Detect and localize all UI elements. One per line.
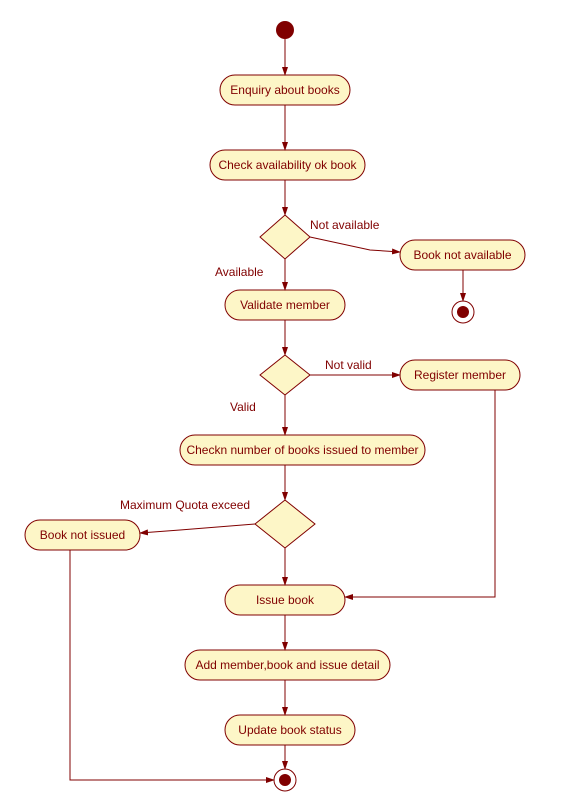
edge-label-available: Available [215, 265, 275, 279]
edge-label-not-available: Not available [310, 218, 400, 232]
label-validate-member: Validate member [225, 298, 345, 312]
label-add-details: Add member,book and issue detail [185, 658, 390, 672]
decision-quota [255, 500, 315, 548]
initial-node [276, 21, 294, 39]
decision-availability [260, 215, 310, 259]
label-enquiry: Enquiry about books [220, 83, 350, 97]
edge-label-not-valid: Not valid [325, 358, 385, 372]
edge-label-valid: Valid [230, 400, 270, 414]
label-register-member: Register member [400, 368, 520, 382]
label-book-not-available: Book not available [400, 248, 525, 262]
label-book-not-issued: Book not issued [25, 528, 140, 542]
label-issue-book: Issue book [225, 593, 345, 607]
label-update-status: Update book status [225, 723, 355, 737]
activity-diagram [0, 0, 574, 805]
label-check-books-issued: Checkn number of books issued to member [180, 443, 425, 457]
label-check-availability: Check availability ok book [210, 158, 365, 172]
decision-member-valid [260, 355, 310, 395]
edge-label-quota-exceed: Maximum Quota exceed [120, 498, 260, 512]
